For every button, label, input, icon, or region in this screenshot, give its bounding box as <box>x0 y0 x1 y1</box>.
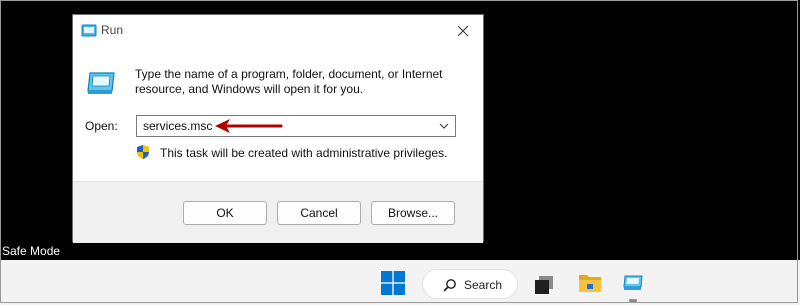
taskbar-search-button[interactable]: Search <box>422 269 518 299</box>
search-icon <box>443 279 456 292</box>
cancel-button[interactable]: Cancel <box>277 201 361 225</box>
run-program-icon <box>87 72 115 94</box>
open-combobox[interactable]: services.msc <box>136 115 456 137</box>
dialog-title: Run <box>101 23 124 37</box>
run-app-icon[interactable] <box>623 275 643 291</box>
file-explorer-icon[interactable] <box>578 272 602 294</box>
close-icon <box>458 26 468 36</box>
open-input[interactable]: services.msc <box>143 119 212 133</box>
taskbar: Search <box>0 260 800 305</box>
running-app-indicator <box>629 299 637 302</box>
run-dialog: Run Type the name of a program, folder, … <box>72 14 484 243</box>
dialog-footer: OK Cancel Browse... <box>73 181 483 243</box>
dialog-titlebar[interactable]: Run <box>73 15 483 47</box>
windows-start-icon[interactable] <box>381 271 405 295</box>
uac-shield-icon <box>137 145 149 159</box>
dialog-description: Type the name of a program, folder, docu… <box>135 67 443 96</box>
annotation-arrow-icon <box>215 119 283 133</box>
run-app-icon <box>81 24 97 37</box>
search-label: Search <box>464 278 503 292</box>
task-view-icon[interactable] <box>533 274 555 296</box>
chevron-down-icon[interactable] <box>439 121 449 131</box>
open-label: Open: <box>85 119 118 133</box>
ok-button[interactable]: OK <box>183 201 267 225</box>
admin-privileges-note: This task will be created with administr… <box>160 146 448 160</box>
browse-button[interactable]: Browse... <box>371 201 455 225</box>
safe-mode-label: Safe Mode <box>2 244 61 258</box>
close-button[interactable] <box>443 15 483 47</box>
